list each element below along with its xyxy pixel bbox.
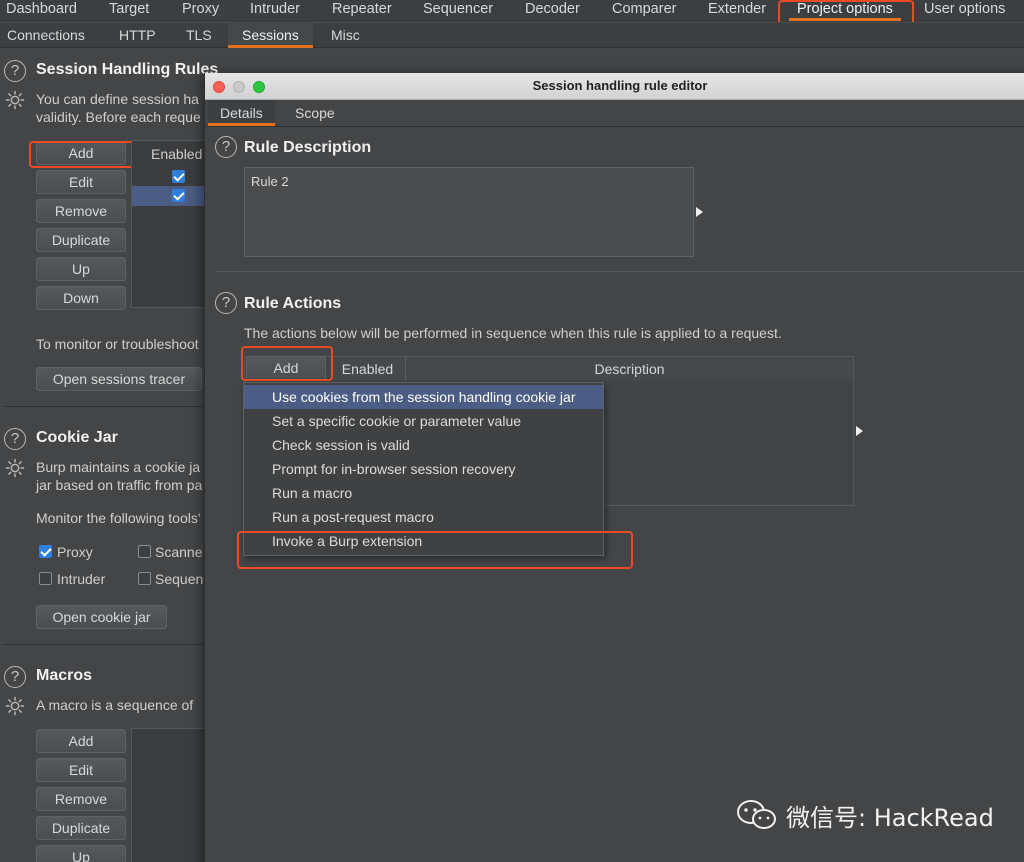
tab-details[interactable]: Details — [208, 100, 275, 126]
menu-item-run-post-request-macro[interactable]: Run a post-request macro — [244, 505, 603, 529]
tab-repeater[interactable]: Repeater — [332, 0, 392, 22]
expand-arrow-icon[interactable] — [856, 426, 863, 436]
add-rule-button[interactable]: Add — [36, 141, 126, 165]
remove-macro-button[interactable]: Remove — [36, 787, 126, 811]
menu-item-invoke-extension[interactable]: Invoke a Burp extension — [244, 529, 603, 553]
monitor-text: To monitor or troubleshoot — [36, 336, 199, 352]
session-rules-desc-1: You can define session ha — [36, 91, 199, 107]
up-rule-button[interactable]: Up — [36, 257, 126, 281]
scanner-label: Scanne — [155, 544, 203, 560]
rule-description-title: Rule Description — [244, 139, 372, 156]
menu-item-set-cookie[interactable]: Set a specific cookie or parameter value — [244, 409, 603, 433]
intruder-label: Intruder — [57, 571, 106, 587]
tab-sequencer[interactable]: Sequencer — [423, 0, 493, 22]
main-tab-bar: Dashboard Target Proxy Intruder Repeater… — [0, 0, 1024, 22]
tab-misc[interactable]: Misc — [317, 23, 374, 48]
description-column-header[interactable]: Description — [406, 357, 853, 381]
tab-target[interactable]: Target — [109, 0, 149, 22]
watermark: 微信号: HackRead — [736, 798, 994, 832]
tab-dashboard[interactable]: Dashboard — [6, 0, 77, 22]
down-rule-button[interactable]: Down — [36, 286, 126, 310]
cookie-jar-desc-1: Burp maintains a cookie ja — [36, 459, 201, 475]
open-sessions-tracer-button[interactable]: Open sessions tracer — [36, 367, 202, 391]
menu-item-check-session[interactable]: Check session is valid — [244, 433, 603, 457]
table-row[interactable] — [132, 186, 210, 206]
help-icon[interactable]: ? — [4, 428, 26, 450]
help-icon[interactable]: ? — [4, 666, 26, 688]
sequencer-checkbox[interactable] — [138, 572, 151, 585]
rules-table[interactable]: Enabled — [131, 140, 211, 308]
tab-sessions[interactable]: Sessions — [228, 23, 313, 48]
rule-1-enabled-checkbox[interactable] — [172, 170, 185, 183]
add-action-button[interactable]: Add — [246, 356, 326, 380]
divider — [215, 271, 1024, 272]
menu-item-use-cookies[interactable]: Use cookies from the session handling co… — [244, 385, 603, 409]
tab-scope[interactable]: Scope — [283, 100, 347, 126]
rule-actions-title: Rule Actions — [244, 295, 342, 312]
tab-connections[interactable]: Connections — [0, 23, 99, 48]
help-icon[interactable]: ? — [215, 136, 237, 158]
gear-icon[interactable] — [4, 457, 26, 479]
macros-desc: A macro is a sequence of — [36, 697, 194, 713]
add-macro-button[interactable]: Add — [36, 729, 126, 753]
tab-tls[interactable]: TLS — [172, 23, 226, 48]
rule-description-input[interactable]: Rule 2 — [244, 167, 694, 257]
macros-title: Macros — [36, 667, 93, 684]
macros-table[interactable] — [131, 728, 211, 862]
help-icon[interactable]: ? — [215, 292, 237, 314]
divider — [4, 644, 204, 645]
scanner-checkbox[interactable] — [138, 545, 151, 558]
gear-icon[interactable] — [4, 89, 26, 111]
proxy-checkbox[interactable] — [39, 545, 52, 558]
edit-rule-button[interactable]: Edit — [36, 170, 126, 194]
tab-http[interactable]: HTTP — [105, 23, 170, 48]
session-rules-title: Session Handling Rules — [36, 61, 219, 78]
duplicate-macro-button[interactable]: Duplicate — [36, 816, 126, 840]
cookie-jar-desc-2: jar based on traffic from pa — [36, 477, 203, 493]
rule-description-value: Rule 2 — [251, 174, 289, 189]
tab-user-options[interactable]: User options — [924, 0, 1005, 22]
proxy-label: Proxy — [57, 544, 93, 560]
tab-comparer[interactable]: Comparer — [612, 0, 676, 22]
edit-macro-button[interactable]: Edit — [36, 758, 126, 782]
intruder-checkbox[interactable] — [39, 572, 52, 585]
rule-actions-desc: The actions below will be performed in s… — [244, 325, 782, 341]
watermark-text: 微信号: HackRead — [786, 803, 994, 832]
sequencer-label: Sequen — [155, 571, 204, 587]
rule-2-enabled-checkbox[interactable] — [172, 189, 185, 202]
duplicate-rule-button[interactable]: Duplicate — [36, 228, 126, 252]
tab-decoder[interactable]: Decoder — [525, 0, 580, 22]
session-rules-desc-2: validity. Before each reque — [36, 109, 201, 125]
open-cookie-jar-button[interactable]: Open cookie jar — [36, 605, 167, 629]
tab-proxy[interactable]: Proxy — [182, 0, 219, 22]
rules-enabled-header: Enabled — [151, 146, 203, 162]
menu-item-prompt-recovery[interactable]: Prompt for in-browser session recovery — [244, 457, 603, 481]
divider — [205, 126, 1024, 127]
cookie-jar-monitor-text: Monitor the following tools' — [36, 510, 201, 526]
gear-icon[interactable] — [4, 695, 26, 717]
tab-project-options[interactable]: Project options — [789, 0, 901, 22]
wechat-logo-icon — [737, 800, 776, 829]
divider — [4, 406, 204, 407]
sub-tab-bar: Connections HTTP TLS Sessions Misc — [0, 22, 1024, 48]
cookie-jar-title: Cookie Jar — [36, 429, 118, 446]
up-macro-button[interactable]: Up — [36, 845, 126, 862]
help-icon[interactable]: ? — [4, 60, 26, 82]
remove-rule-button[interactable]: Remove — [36, 199, 126, 223]
dialog-titlebar[interactable]: Session handling rule editor — [205, 73, 1024, 100]
tab-extender[interactable]: Extender — [708, 0, 766, 22]
menu-item-run-macro[interactable]: Run a macro — [244, 481, 603, 505]
dialog-title: Session handling rule editor — [532, 78, 708, 93]
expand-arrow-icon[interactable] — [696, 207, 703, 217]
tab-intruder[interactable]: Intruder — [250, 0, 300, 22]
add-action-menu: Use cookies from the session handling co… — [243, 382, 604, 556]
enabled-column-header[interactable]: Enabled — [330, 357, 406, 381]
